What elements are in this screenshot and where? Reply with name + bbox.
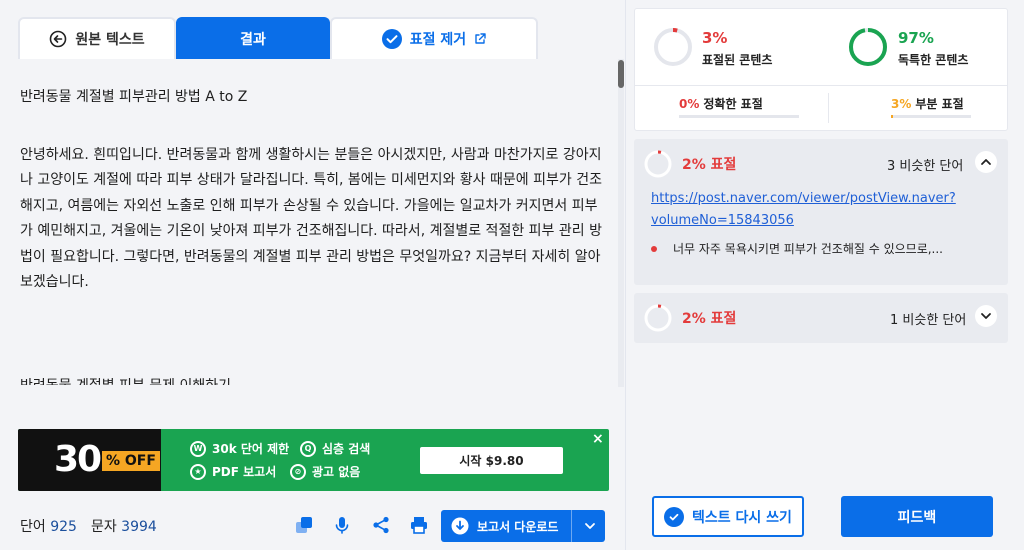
view-tabs: 원본 텍스트 결과 표절 제거 bbox=[18, 17, 540, 59]
match-word-count: 3 비슷한 단어 bbox=[887, 159, 964, 174]
tab-original-text[interactable]: 원본 텍스트 bbox=[18, 17, 176, 59]
share-icon[interactable] bbox=[370, 514, 392, 536]
download-label: 보고서 다운로드 bbox=[477, 519, 559, 534]
rewrite-text-button[interactable]: 텍스트 다시 쓰기 bbox=[652, 496, 804, 537]
match-word-count: 1 비슷한 단어 bbox=[890, 313, 967, 328]
word-count: 단어 925 bbox=[20, 519, 77, 535]
scrollbar-thumb[interactable] bbox=[618, 60, 624, 88]
close-icon[interactable]: × bbox=[592, 431, 604, 447]
match-result-card[interactable]: 2% 표절 1 비슷한 단어 bbox=[634, 293, 1008, 343]
document-title: 반려동물 계절별 피부관리 방법 A to Z bbox=[20, 89, 248, 105]
coin-icon: W bbox=[190, 440, 206, 457]
match-percent: 2% 표절 bbox=[682, 311, 737, 327]
copy-icon[interactable] bbox=[293, 514, 315, 536]
feature-pdf-report: ★ PDF 보고서 bbox=[190, 463, 276, 480]
badge-icon: ★ bbox=[190, 463, 206, 480]
plagiarism-percent: 3% bbox=[702, 29, 728, 47]
source-link[interactable]: https://post.naver.com/viewer/postView.n… bbox=[651, 188, 981, 232]
start-plan-button[interactable]: 시작 $9.80 bbox=[420, 447, 563, 474]
discount-value: 30 bbox=[54, 439, 102, 480]
back-arrow-icon bbox=[49, 30, 67, 48]
plagiarism-summary: 3% 표절된 콘텐츠 97% 독특한 콘텐츠 0% 정확한 표절 3% 부분 표절 bbox=[634, 8, 1008, 131]
tab-remove-plagiarism[interactable]: 표절 제거 bbox=[330, 17, 538, 59]
print-icon[interactable] bbox=[408, 514, 430, 536]
exact-match-bar bbox=[679, 115, 799, 118]
discount-badge: 30 % OFF bbox=[18, 429, 161, 491]
promo-banner[interactable]: 30 % OFF W 30k 단어 제한 Q 심층 검색 ★ PDF 보고서 ⊘ 광고 … bbox=[18, 429, 609, 491]
report-pane: 3% 표절된 콘텐츠 97% 독특한 콘텐츠 0% 정확한 표절 3% 부분 표절 … bbox=[625, 0, 1024, 550]
discount-off: % OFF bbox=[102, 451, 160, 471]
match-ring bbox=[644, 304, 672, 332]
match-percent: 2% 표절 bbox=[682, 157, 737, 173]
magnifier-icon: Q bbox=[300, 440, 316, 457]
document-text[interactable]: 반려동물 계절별 피부관리 방법 A to Z 안녕하세요. 흰띠입니다. 반려… bbox=[0, 59, 618, 385]
check-circle-icon bbox=[664, 506, 685, 527]
document-heading-cutoff: 반려동물 계절별 피부 문제 이해하기 bbox=[20, 374, 605, 385]
partial-match-bar bbox=[891, 115, 971, 118]
no-ads-icon: ⊘ bbox=[290, 463, 306, 480]
check-circle-icon bbox=[381, 29, 402, 49]
editor-pane: 원본 텍스트 결과 표절 제거 반려동물 계절별 피부관리 방법 A to Z … bbox=[0, 0, 625, 550]
char-count: 문자 3994 bbox=[90, 519, 157, 535]
document-stats: 단어 925 문자 3994 bbox=[20, 516, 157, 536]
document-paragraph: 안녕하세요. 흰띠입니다. 반려동물과 함께 생활하시는 분들은 아시겠지만, … bbox=[20, 147, 602, 291]
exact-match-stat: 0% 정확한 표절 bbox=[679, 97, 763, 111]
match-ring bbox=[644, 150, 672, 178]
scrollbar-track[interactable] bbox=[618, 59, 624, 387]
unique-percent: 97% bbox=[898, 29, 934, 47]
tab-remove-label: 표절 제거 bbox=[409, 32, 467, 48]
download-icon bbox=[451, 517, 469, 535]
tab-original-label: 원본 텍스트 bbox=[75, 32, 145, 48]
microphone-icon[interactable] bbox=[331, 514, 353, 536]
feature-deep-search: Q 심층 검색 bbox=[300, 440, 370, 457]
external-link-icon bbox=[474, 33, 486, 45]
bullet-dot bbox=[651, 245, 657, 252]
feature-no-ads: ⊘ 광고 없음 bbox=[290, 463, 360, 480]
plagiarism-ring bbox=[654, 28, 692, 66]
partial-match-stat: 3% 부분 표절 bbox=[891, 97, 964, 111]
match-snippet: 너무 자주 목욕시키면 피부가 건조해질 수 있으므로,... bbox=[651, 240, 943, 257]
chevron-up-icon[interactable] bbox=[975, 151, 997, 173]
feedback-button[interactable]: 피드백 bbox=[841, 496, 993, 537]
tab-result-label: 결과 bbox=[240, 32, 266, 48]
chevron-down-icon[interactable] bbox=[975, 305, 997, 327]
rewrite-label: 텍스트 다시 쓰기 bbox=[692, 509, 792, 526]
unique-ring bbox=[849, 28, 887, 66]
chevron-down-icon[interactable] bbox=[583, 518, 597, 537]
download-report-button[interactable]: 보고서 다운로드 bbox=[441, 510, 605, 542]
match-result-card[interactable]: 2% 표절 3 비슷한 단어 https://post.naver.com/vi… bbox=[634, 139, 1008, 285]
tab-result[interactable]: 결과 bbox=[176, 17, 330, 59]
plagiarism-label: 표절된 콘텐츠 bbox=[702, 53, 773, 67]
unique-label: 독특한 콘텐츠 bbox=[898, 53, 969, 67]
feature-word-limit: W 30k 단어 제한 bbox=[190, 440, 289, 457]
